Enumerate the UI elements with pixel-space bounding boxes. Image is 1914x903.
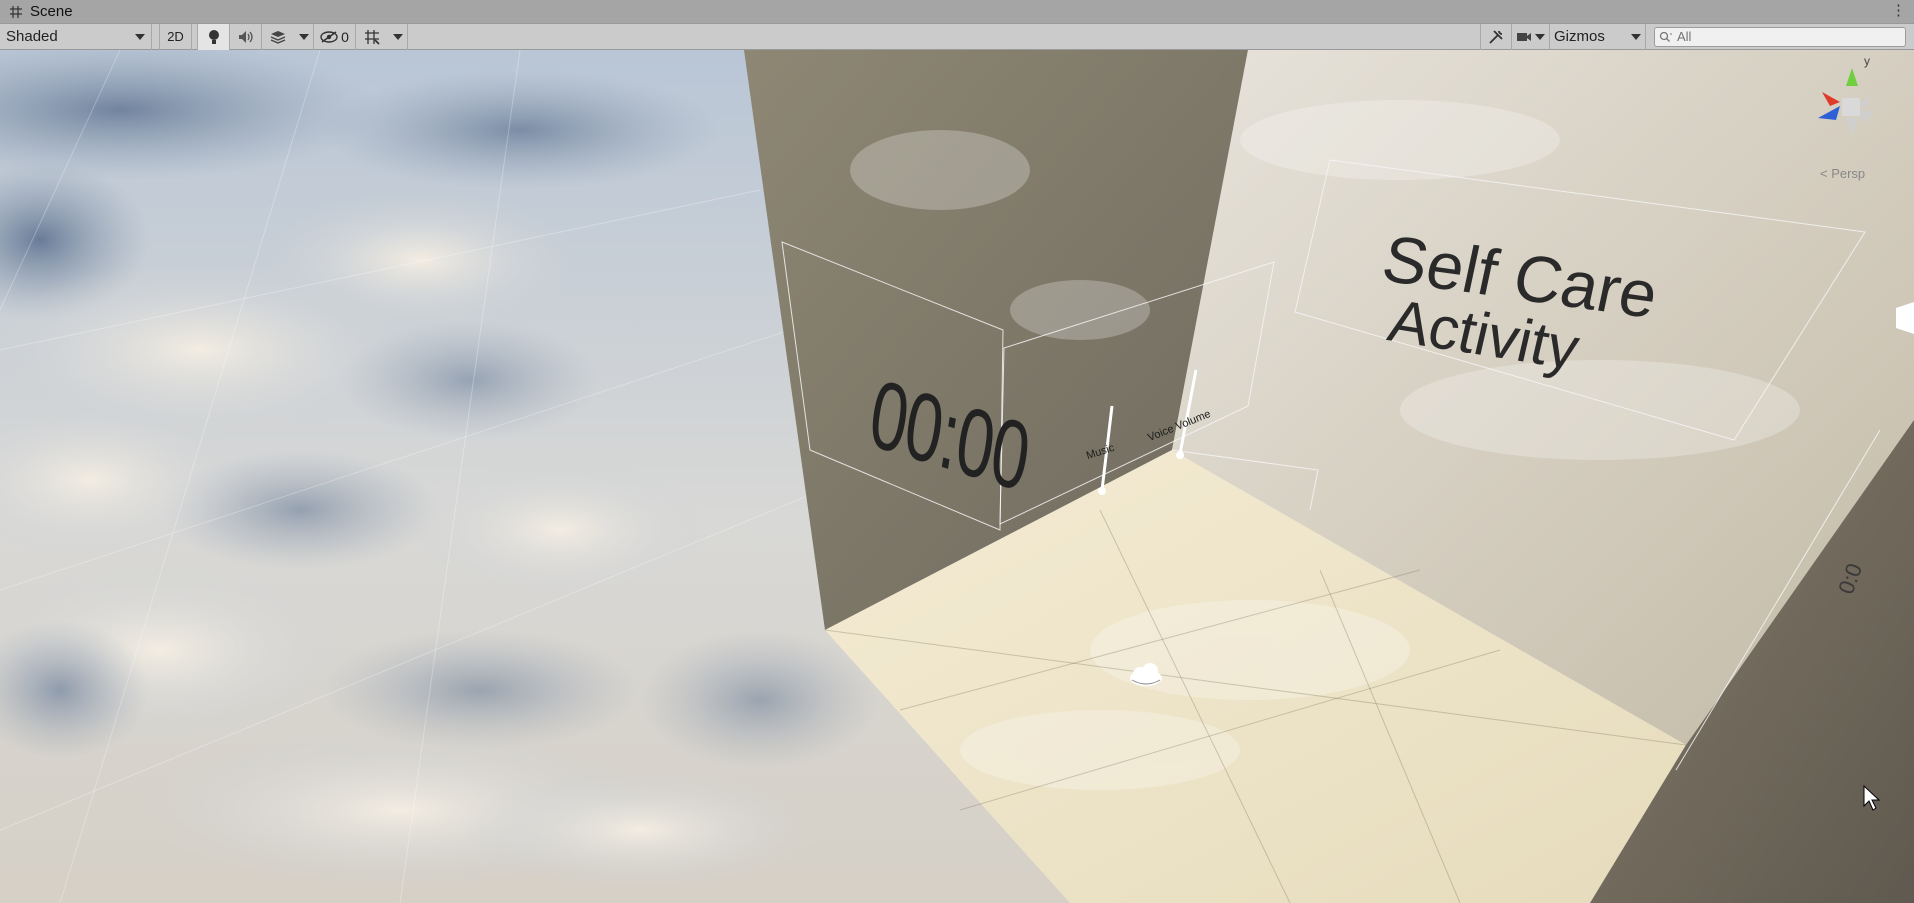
grid-snap-toggle[interactable] — [356, 24, 388, 50]
effects-dropdown[interactable] — [294, 23, 314, 50]
search-field[interactable] — [1654, 26, 1906, 47]
scene-window-titlebar: Scene ⋮ — [0, 0, 1914, 24]
chevron-down-icon — [135, 33, 145, 40]
draw-mode-label: Shaded — [6, 28, 58, 45]
toggle-2d-label: 2D — [167, 29, 184, 44]
tools-icon — [1489, 29, 1503, 44]
tools-button[interactable] — [1480, 23, 1512, 50]
lightbulb-icon — [208, 29, 219, 44]
gizmos-label: Gizmos — [1554, 28, 1605, 45]
search-input[interactable] — [1677, 29, 1877, 44]
camera-settings-button[interactable] — [1512, 23, 1550, 50]
chevron-down-icon — [392, 33, 403, 40]
orientation-gizmo[interactable]: y — [1800, 50, 1900, 170]
chevron-down-icon — [298, 33, 309, 40]
audio-toggle[interactable] — [230, 23, 262, 50]
scene-viewport[interactable]: 0:0 00:00 Self Care Activity Music Voice… — [0, 50, 1914, 903]
chevron-down-icon — [1630, 33, 1641, 40]
toggle-2d-button[interactable]: 2D — [160, 23, 192, 50]
axis-y-label: y — [1864, 54, 1870, 68]
scene-tab-label: Scene — [30, 3, 73, 20]
hidden-objects-toggle[interactable]: 0 — [314, 23, 356, 50]
lighting-toggle[interactable] — [198, 23, 230, 50]
toolbar-gap — [152, 23, 160, 50]
scene-toolbar: Shaded 2D 0 Gizmos All — [0, 23, 1914, 50]
gizmos-dropdown[interactable] — [1626, 23, 1646, 50]
speaker-icon — [238, 30, 253, 43]
grid-icon — [10, 5, 22, 18]
eye-hidden-icon — [320, 30, 338, 43]
projection-label[interactable]: < Persp — [1820, 166, 1865, 181]
layers-icon — [270, 30, 286, 44]
camera-icon — [1517, 32, 1531, 41]
chevron-down-icon — [1535, 33, 1545, 40]
gizmos-button[interactable]: Gizmos — [1550, 24, 1626, 50]
scene-tab[interactable]: Scene — [0, 0, 83, 24]
effects-toggle[interactable] — [262, 24, 294, 50]
kebab-menu-icon[interactable]: ⋮ — [1891, 3, 1906, 19]
grid-dropdown[interactable] — [388, 23, 408, 50]
hidden-count: 0 — [341, 28, 349, 45]
draw-mode-dropdown[interactable]: Shaded — [0, 23, 152, 50]
grid-snap-icon — [365, 29, 380, 45]
search-icon — [1659, 31, 1672, 42]
